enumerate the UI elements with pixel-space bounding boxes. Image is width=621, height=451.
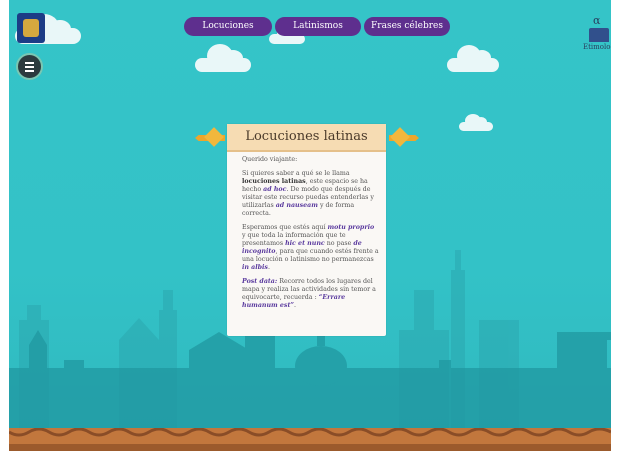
paragraph-2: Esperamos que estés aquí motu proprio y … [242, 224, 379, 271]
menu-icon[interactable] [16, 53, 43, 80]
intro-panel: Locuciones latinas Querido viajante: Si … [227, 124, 386, 336]
etimologia-icon [589, 28, 609, 42]
paragraph-1: Si quieres saber a qué se le llama locuc… [242, 170, 374, 217]
nav-frases-celebres-button[interactable]: Frases célebres [364, 17, 450, 36]
etimologia-label: Etimología [583, 43, 611, 51]
welcome-scroll: Locuciones latinas Querido viajante: Si … [195, 121, 419, 339]
scene: Locuciones Latinismos Frases célebres α … [9, 0, 611, 451]
unam-logo-icon[interactable] [17, 13, 45, 43]
ribbon-ornament-right [390, 127, 410, 147]
nav-latinismos-button[interactable]: Latinismos [275, 17, 361, 36]
panel-title: Locuciones latinas [227, 124, 386, 152]
cloud [459, 114, 493, 131]
panel-body: Querido viajante: Si quieres saber a qué… [242, 156, 379, 316]
etimologia-button[interactable]: α Etimología [583, 14, 611, 58]
ribbon-ornament-left [204, 127, 224, 147]
cloud [447, 45, 499, 72]
greeting: Querido viajante: [242, 156, 298, 163]
cloud [195, 44, 251, 72]
etimologia-symbol: α [593, 14, 601, 27]
paragraph-3: Post data: Recorre todos los lugares del… [242, 278, 376, 309]
ground-border [9, 428, 611, 451]
nav-locuciones-button[interactable]: Locuciones [184, 17, 272, 36]
